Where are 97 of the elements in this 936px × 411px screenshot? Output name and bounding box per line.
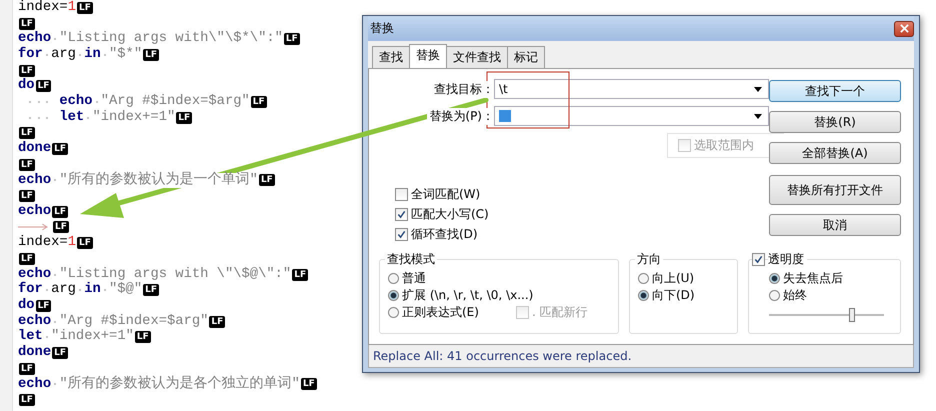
code-keyword: let	[59, 110, 84, 126]
code-keyword: done	[18, 345, 52, 361]
option-label: 始终	[783, 287, 808, 304]
checkbox-label: 全词匹配(W)	[411, 186, 480, 203]
line-ending-badge: LF	[36, 80, 52, 92]
window-title: 替换	[369, 20, 394, 37]
code-keyword: for	[18, 282, 43, 298]
option-label: 失去焦点后	[783, 270, 844, 287]
option-label: 向下(D)	[652, 287, 695, 304]
checkbox-label: 选取范围内	[694, 137, 754, 154]
option-label: 正则表达式(E)	[402, 304, 479, 321]
code-number: 1	[68, 0, 76, 16]
tab-arrow-icon	[18, 223, 48, 232]
code-keyword: echo	[18, 172, 52, 188]
checkbox[interactable]	[752, 253, 766, 266]
line-ending-badge: LF	[19, 362, 35, 375]
option-label: 扩展 (\n, \r, \t, \0, \x...)	[402, 287, 534, 304]
code-string: "Listing args with \"\$@\":"	[59, 266, 292, 282]
line-ending-badge: LF	[258, 174, 275, 186]
checkbox-label: . 匹配新行	[532, 304, 588, 321]
dialog-button[interactable]: 查找下一个	[769, 80, 901, 102]
tab[interactable]: 文件查找	[446, 46, 508, 68]
line-ending-badge: LF	[19, 190, 35, 202]
code-keyword: let	[18, 329, 43, 345]
code-keyword: echo	[18, 266, 52, 282]
line-ending-badge: LF	[134, 331, 151, 344]
code-text: arg	[51, 47, 76, 63]
checkbox[interactable]	[395, 208, 408, 221]
code-number: 1	[68, 235, 76, 252]
code-text: index=	[18, 235, 68, 252]
option-label: 普通	[402, 270, 426, 287]
code-keyword: echo	[18, 376, 52, 392]
line-ending-badge: LF	[19, 64, 35, 77]
line-ending-badge: LF	[19, 18, 35, 30]
line-ending-badge: LF	[52, 143, 68, 156]
line-ending-badge: LF	[36, 300, 52, 312]
code-keyword: in	[84, 282, 101, 298]
code-keyword: done	[18, 141, 52, 157]
code-keyword: do	[18, 298, 35, 314]
radio-button[interactable]	[638, 273, 649, 284]
code-keyword: echo	[18, 314, 52, 329]
line-ending-badge: LF	[250, 96, 267, 108]
code-keyword: echo	[18, 204, 52, 220]
code-string: "Arg #$index=$arg"	[59, 314, 208, 330]
line-ending-badge: LF	[53, 221, 69, 234]
code-text: arg	[51, 282, 76, 298]
code-string: "所有的参数被认为是各个独立的单词"	[59, 376, 300, 392]
line-ending-badge: LF	[143, 284, 160, 296]
radio-button[interactable]	[638, 290, 649, 301]
option-label: 向上(U)	[652, 270, 694, 287]
line-ending-badge: LF	[284, 33, 300, 46]
checkbox[interactable]	[395, 188, 408, 201]
radio-button[interactable]	[388, 290, 399, 301]
combo-field[interactable]	[494, 106, 769, 126]
line-ending-badge: LF	[176, 112, 192, 124]
line-ending-badge: LF	[19, 127, 35, 140]
line-ending-badge: LF	[300, 378, 317, 390]
code-keyword: for	[18, 47, 43, 63]
dialog-button[interactable]: 替换(R)	[769, 111, 901, 133]
slider-thumb[interactable]	[848, 308, 855, 322]
line-ending-badge: LF	[19, 252, 35, 265]
dialog-button[interactable]: 取消	[769, 214, 901, 236]
status-text: Replace All: 41 occurrences were replaced.	[373, 349, 632, 363]
code-keyword: echo	[18, 31, 52, 46]
code-string: "Arg #$index=$arg"	[100, 94, 250, 110]
radio-button[interactable]	[388, 273, 399, 284]
code-keyword: in	[84, 47, 101, 63]
line-ending-badge: LF	[209, 316, 226, 328]
line-ending-badge: LF	[19, 158, 35, 171]
tab[interactable]: 替换	[409, 44, 447, 68]
code-keyword: do	[18, 78, 35, 94]
dialog-button[interactable]: 替换所有打开文件	[769, 175, 901, 205]
line-ending-badge: LF	[76, 237, 93, 250]
close-button[interactable]	[894, 20, 914, 36]
line-ending-badge: LF	[52, 346, 68, 359]
code-text: index=	[18, 0, 68, 16]
dialog-button[interactable]: 全部替换(A)	[769, 142, 901, 164]
code-string: "所有的参数被认为是一个单词"	[59, 172, 258, 188]
checkbox-label: 匹配大小写(C)	[411, 206, 489, 223]
line-ending-badge: LF	[143, 48, 160, 61]
radio-button[interactable]	[388, 307, 399, 318]
combo-field[interactable]: \t	[494, 79, 769, 99]
close-icon	[900, 24, 908, 33]
line-ending-badge: LF	[76, 2, 93, 14]
group-title: 查找模式	[385, 251, 437, 268]
code-keyword: echo	[59, 94, 92, 110]
radio-button[interactable]	[769, 273, 780, 284]
checkbox[interactable]	[395, 228, 408, 241]
tab[interactable]: 标记	[507, 46, 545, 68]
tab[interactable]: 查找	[372, 46, 410, 68]
line-ending-badge: LF	[19, 394, 35, 406]
line-ending-badge: LF	[52, 206, 68, 218]
radio-button[interactable]	[769, 290, 780, 301]
checkbox-label: 循环查找(D)	[411, 226, 478, 243]
dropdown-arrow-icon[interactable]	[754, 87, 762, 92]
dropdown-arrow-icon[interactable]	[754, 114, 762, 119]
line-ending-badge: LF	[292, 268, 308, 281]
